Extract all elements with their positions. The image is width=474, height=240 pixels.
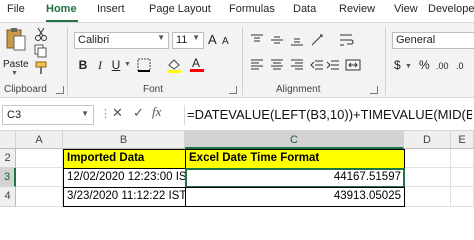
column-header-e[interactable]: E [451, 131, 474, 149]
enter-icon[interactable]: ✓ [133, 105, 144, 121]
chevron-down-icon: ▼ [157, 33, 165, 42]
formula-bar: C3 ▼ ⋮ ✕ ✓ fx =DATEVALUE(LEFT(B3,10))+TI… [0, 99, 474, 131]
font-size-select[interactable]: 11 ▼ [172, 32, 204, 49]
clipboard-dialog-launcher[interactable] [56, 86, 64, 94]
chevron-down-icon[interactable]: ▼ [405, 59, 412, 75]
paste-icon [6, 28, 26, 51]
chevron-down-icon[interactable]: ▼ [124, 57, 131, 73]
name-box-value: C3 [7, 109, 22, 121]
tab-data[interactable]: Data [293, 3, 316, 15]
tab-insert[interactable]: Insert [97, 3, 125, 15]
formula-input[interactable]: =DATEVALUE(LEFT(B3,10))+TIMEVALUE(MID(B3… [184, 105, 472, 125]
ribbon-tab-bar: File Home Insert Page Layout Formulas Da… [0, 0, 474, 22]
font-group-label: Font [143, 84, 164, 95]
cell-b4[interactable]: 3/23/2020 11:12:22 IST [63, 187, 186, 207]
more-options-icon[interactable]: ⋮ [100, 107, 111, 120]
format-painter-icon[interactable] [34, 61, 48, 75]
cell-a2[interactable] [16, 149, 63, 168]
cell-b2[interactable]: Imported Data [63, 149, 186, 169]
tab-file[interactable]: File [7, 3, 25, 15]
decrease-indent-icon[interactable] [310, 58, 324, 72]
row-header-4[interactable]: 4 [0, 187, 16, 207]
cell-a3[interactable] [16, 168, 63, 187]
divider [67, 27, 68, 95]
number-format-select[interactable]: General [392, 32, 474, 49]
alignment-group-label: Alignment [276, 84, 321, 95]
tab-formulas[interactable]: Formulas [229, 3, 275, 15]
cell-d4[interactable] [405, 187, 451, 207]
shrink-font-button[interactable]: A [222, 34, 229, 50]
align-top-icon[interactable] [250, 33, 264, 47]
select-all-corner[interactable] [0, 131, 16, 149]
tab-home[interactable]: Home [46, 3, 77, 15]
row-header-3[interactable]: 3 [0, 168, 16, 187]
cell-c2[interactable]: Excel Date Time Format [185, 149, 405, 169]
font-dialog-launcher[interactable] [229, 86, 237, 94]
cell-e2[interactable] [451, 149, 474, 168]
font-family-value: Calibri [78, 34, 110, 46]
font-family-select[interactable]: Calibri ▼ [74, 32, 169, 49]
grow-font-button[interactable]: A [208, 32, 217, 48]
cell-c4[interactable]: 43913.05025 [185, 187, 405, 207]
align-center-icon[interactable] [270, 58, 284, 72]
clipboard-group-label: Clipboard [4, 84, 47, 95]
orientation-icon[interactable] [310, 33, 326, 47]
row-header-2[interactable]: 2 [0, 149, 16, 168]
paste-button[interactable]: Paste ▼ [3, 27, 29, 79]
cell-b3[interactable]: 12/02/2020 12:23:00 IST [63, 168, 186, 188]
column-header-c[interactable]: C [185, 131, 404, 149]
currency-button[interactable]: $ [394, 57, 401, 73]
divider [385, 27, 386, 95]
underline-button[interactable]: U [110, 57, 122, 73]
copy-icon[interactable] [34, 44, 48, 58]
tab-page-layout[interactable]: Page Layout [149, 3, 211, 15]
font-color-swatch [190, 69, 204, 72]
column-header-d[interactable]: D [404, 131, 451, 149]
cut-icon[interactable] [34, 27, 48, 41]
worksheet-grid: A B C D E 2 3 4 Imported Data Excel Date… [0, 131, 474, 207]
name-box[interactable]: C3 ▼ [2, 105, 94, 125]
ribbon: Paste ▼ Clipboard Calibri ▼ 11 ▼ A A B I… [0, 22, 474, 98]
align-middle-icon[interactable] [270, 33, 284, 47]
number-format-value: General [396, 34, 436, 46]
paste-label: Paste [3, 59, 29, 70]
increase-indent-icon[interactable] [326, 58, 340, 72]
percent-button[interactable]: % [419, 57, 430, 73]
merge-center-icon[interactable] [345, 58, 361, 72]
tab-developer[interactable]: Develope [428, 3, 474, 15]
align-bottom-icon[interactable] [290, 33, 304, 47]
tab-review[interactable]: Review [339, 3, 375, 15]
paste-dropdown-icon: ▼ [11, 70, 18, 77]
fill-color-icon[interactable] [166, 57, 182, 73]
column-header-a[interactable]: A [16, 131, 63, 149]
tab-view[interactable]: View [394, 3, 418, 15]
column-header-b[interactable]: B [63, 131, 185, 149]
cell-e4[interactable] [451, 187, 474, 207]
divider [242, 27, 243, 95]
chevron-down-icon: ▼ [81, 109, 89, 118]
italic-button[interactable]: I [94, 57, 106, 73]
decrease-decimal-button[interactable]: .0 [456, 58, 464, 74]
alignment-dialog-launcher[interactable] [370, 86, 378, 94]
cancel-icon[interactable]: ✕ [112, 105, 123, 121]
cell-c3[interactable]: 44167.51597 [185, 168, 405, 188]
cell-d2[interactable] [405, 149, 451, 168]
wrap-text-icon[interactable] [339, 33, 355, 47]
chevron-down-icon: ▼ [192, 33, 200, 42]
align-right-icon[interactable] [290, 58, 304, 72]
font-color-button[interactable]: A [190, 56, 204, 73]
increase-decimal-button[interactable]: .00 [436, 58, 449, 74]
insert-function-button[interactable]: fx [152, 104, 161, 120]
borders-icon[interactable] [137, 58, 151, 72]
bold-button[interactable]: B [77, 57, 89, 73]
cell-a4[interactable] [16, 187, 63, 207]
align-left-icon[interactable] [250, 58, 264, 72]
font-color-letter: A [192, 56, 201, 70]
cell-d3[interactable] [405, 168, 451, 187]
cell-e3[interactable] [451, 168, 474, 187]
font-size-value: 11 [176, 34, 188, 46]
